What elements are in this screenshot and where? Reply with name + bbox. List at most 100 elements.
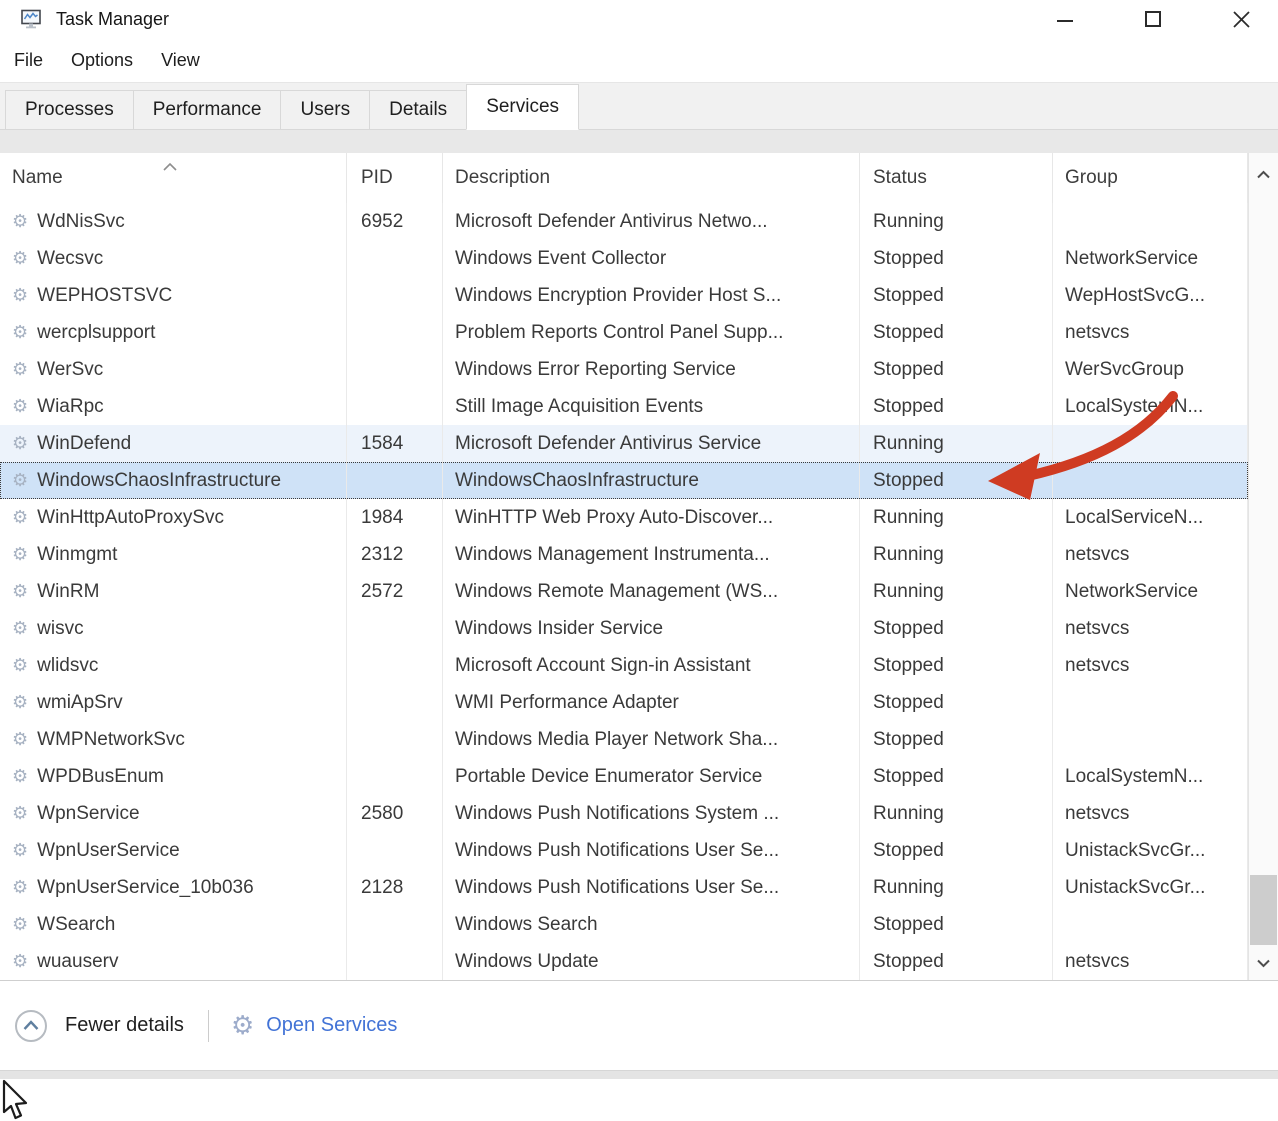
- cell-pid: [347, 240, 443, 277]
- open-services-label: Open Services: [266, 1014, 397, 1037]
- tab-services[interactable]: Services: [466, 84, 579, 130]
- table-row[interactable]: ⚙ wlidsvc Microsoft Account Sign-in Assi…: [0, 647, 1248, 684]
- cell-pid: [347, 277, 443, 314]
- tab-content-divider: [0, 130, 1278, 153]
- menu-item-view[interactable]: View: [161, 50, 200, 71]
- window-controls: [1042, 0, 1278, 38]
- cell-description: Windows Push Notifications User Se...: [443, 832, 860, 869]
- service-gear-icon: ⚙: [12, 916, 28, 934]
- cell-group: UnistackSvcGr...: [1053, 869, 1248, 906]
- cell-group: LocalServiceN...: [1053, 499, 1248, 536]
- cell-status: Stopped: [860, 943, 1053, 980]
- cell-pid: [347, 721, 443, 758]
- column-header-group[interactable]: Group: [1053, 153, 1248, 203]
- menu-item-file[interactable]: File: [14, 50, 43, 71]
- window-title: Task Manager: [56, 9, 169, 30]
- table-row[interactable]: ⚙ WindowsChaosInfrastructure WindowsChao…: [0, 462, 1248, 499]
- table-row[interactable]: ⚙ WinRM 2572 Windows Remote Management (…: [0, 573, 1248, 610]
- maximize-icon: [1144, 10, 1162, 28]
- cell-group: NetworkService: [1053, 573, 1248, 610]
- table-row[interactable]: ⚙ wmiApSrv WMI Performance Adapter Stopp…: [0, 684, 1248, 721]
- cell-name: wercplsupport: [37, 322, 155, 344]
- column-header-description[interactable]: Description: [443, 153, 860, 203]
- cell-pid: [347, 314, 443, 351]
- cell-description: Portable Device Enumerator Service: [443, 758, 860, 795]
- table-row[interactable]: ⚙ wercplsupport Problem Reports Control …: [0, 314, 1248, 351]
- column-header-name[interactable]: Name: [0, 153, 347, 203]
- cell-name: Wecsvc: [37, 248, 103, 270]
- cell-pid: [347, 610, 443, 647]
- cell-description: Windows Event Collector: [443, 240, 860, 277]
- open-services-link[interactable]: ⚙ Open Services: [231, 1013, 397, 1039]
- chevron-up-circle-icon: [14, 1009, 48, 1043]
- fewer-details-button[interactable]: Fewer details: [14, 1009, 184, 1043]
- cell-description: Windows Update: [443, 943, 860, 980]
- vertical-scrollbar[interactable]: [1248, 153, 1278, 980]
- tab-users[interactable]: Users: [280, 90, 370, 130]
- cell-name: WEPHOSTSVC: [37, 285, 172, 307]
- table-row[interactable]: ⚙ WpnService 2580 Windows Push Notificat…: [0, 795, 1248, 832]
- tab-details[interactable]: Details: [369, 90, 467, 130]
- service-gear-icon: ⚙: [12, 583, 28, 601]
- services-table-body: ⚙ WdNisSvc 6952 Microsoft Defender Antiv…: [0, 203, 1248, 980]
- table-row[interactable]: ⚙ WiaRpc Still Image Acquisition Events …: [0, 388, 1248, 425]
- cell-description: Windows Encryption Provider Host S...: [443, 277, 860, 314]
- service-gear-icon: ⚙: [12, 768, 28, 786]
- scrollbar-thumb[interactable]: [1250, 875, 1277, 945]
- table-row[interactable]: ⚙ WMPNetworkSvc Windows Media Player Net…: [0, 721, 1248, 758]
- cell-status: Stopped: [860, 388, 1053, 425]
- menubar: File Options View: [0, 38, 1278, 82]
- table-row[interactable]: ⚙ WerSvc Windows Error Reporting Service…: [0, 351, 1248, 388]
- maximize-button[interactable]: [1130, 0, 1176, 38]
- table-row[interactable]: ⚙ WinDefend 1584 Microsoft Defender Anti…: [0, 425, 1248, 462]
- cell-group: [1053, 721, 1248, 758]
- cell-status: Stopped: [860, 906, 1053, 943]
- table-row[interactable]: ⚙ Wecsvc Windows Event Collector Stopped…: [0, 240, 1248, 277]
- cell-name: WPDBusEnum: [37, 766, 164, 788]
- cell-name: WpnService: [37, 803, 139, 825]
- column-header-pid[interactable]: PID: [347, 153, 443, 203]
- table-row[interactable]: ⚙ WpnUserService_10b036 2128 Windows Pus…: [0, 869, 1248, 906]
- cell-name: WerSvc: [37, 359, 103, 381]
- cell-name: WindowsChaosInfrastructure: [37, 470, 281, 492]
- cell-group: [1053, 425, 1248, 462]
- services-table: Name PID Description Status Group ⚙ WdNi…: [0, 153, 1278, 980]
- cell-status: Stopped: [860, 758, 1053, 795]
- table-row[interactable]: ⚙ wuauserv Windows Update Stopped netsvc…: [0, 943, 1248, 980]
- service-gear-icon: ⚙: [12, 842, 28, 860]
- services-gear-icon: ⚙: [231, 1013, 254, 1039]
- service-gear-icon: ⚙: [12, 435, 28, 453]
- scroll-up-button[interactable]: [1249, 159, 1278, 189]
- minimize-button[interactable]: [1042, 0, 1088, 38]
- close-button[interactable]: [1218, 0, 1264, 38]
- service-gear-icon: ⚙: [12, 250, 28, 268]
- cell-description: Microsoft Defender Antivirus Service: [443, 425, 860, 462]
- table-row[interactable]: ⚙ WPDBusEnum Portable Device Enumerator …: [0, 758, 1248, 795]
- table-row[interactable]: ⚙ WEPHOSTSVC Windows Encryption Provider…: [0, 277, 1248, 314]
- table-row[interactable]: ⚙ WSearch Windows Search Stopped: [0, 906, 1248, 943]
- scroll-down-button[interactable]: [1249, 948, 1278, 978]
- cell-group: netsvcs: [1053, 943, 1248, 980]
- table-row[interactable]: ⚙ WpnUserService Windows Push Notificati…: [0, 832, 1248, 869]
- cell-status: Running: [860, 203, 1053, 240]
- cell-group: netsvcs: [1053, 647, 1248, 684]
- column-header-status[interactable]: Status: [860, 153, 1053, 203]
- service-gear-icon: ⚙: [12, 620, 28, 638]
- service-gear-icon: ⚙: [12, 398, 28, 416]
- cell-description: Windows Insider Service: [443, 610, 860, 647]
- service-gear-icon: ⚙: [12, 324, 28, 342]
- cell-description: Windows Error Reporting Service: [443, 351, 860, 388]
- table-row[interactable]: ⚙ WdNisSvc 6952 Microsoft Defender Antiv…: [0, 203, 1248, 240]
- menu-item-options[interactable]: Options: [71, 50, 133, 71]
- cell-status: Stopped: [860, 610, 1053, 647]
- tab-processes[interactable]: Processes: [5, 90, 134, 130]
- cell-name: WSearch: [37, 914, 115, 936]
- cell-status: Stopped: [860, 462, 1053, 499]
- table-row[interactable]: ⚙ wisvc Windows Insider Service Stopped …: [0, 610, 1248, 647]
- table-row[interactable]: ⚙ Winmgmt 2312 Windows Management Instru…: [0, 536, 1248, 573]
- cell-description: WinHTTP Web Proxy Auto-Discover...: [443, 499, 860, 536]
- table-row[interactable]: ⚙ WinHttpAutoProxySvc 1984 WinHTTP Web P…: [0, 499, 1248, 536]
- tab-performance[interactable]: Performance: [133, 90, 282, 130]
- cell-description: WindowsChaosInfrastructure: [443, 462, 860, 499]
- cell-group: [1053, 203, 1248, 240]
